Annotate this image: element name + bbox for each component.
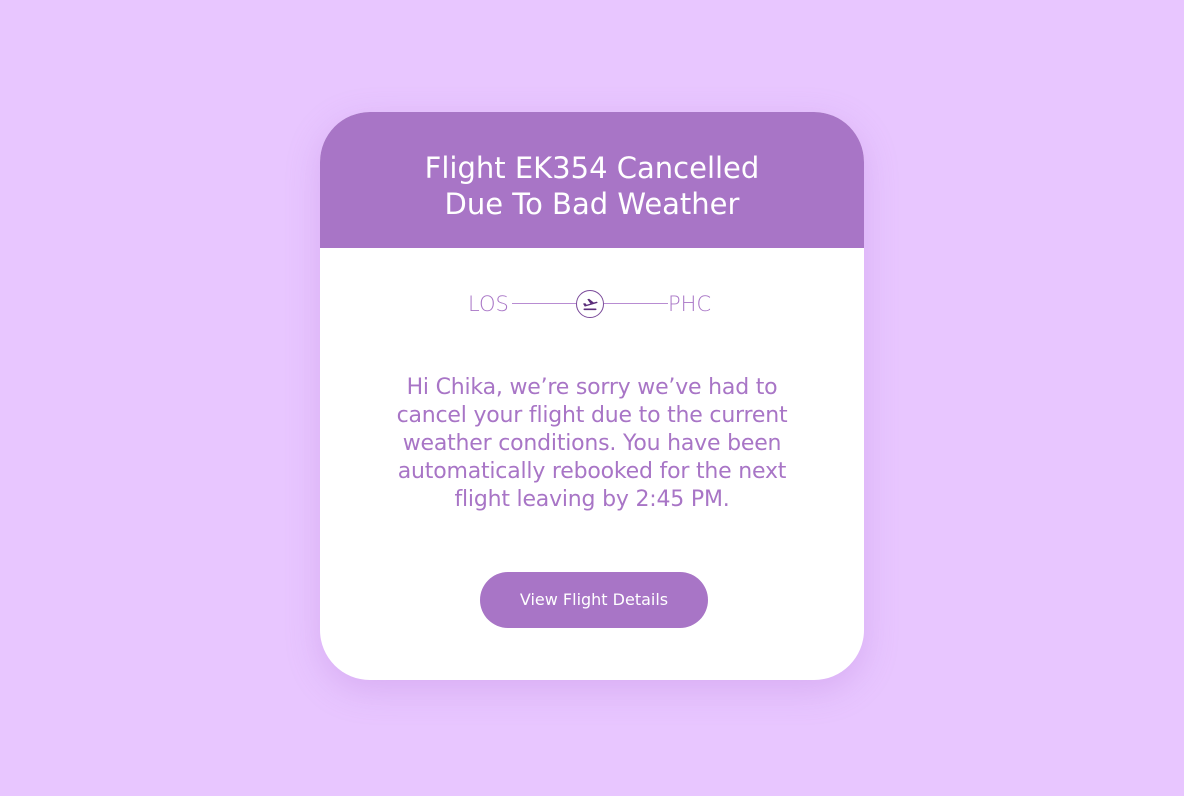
card-header: Flight EK354 Cancelled Due To Bad Weathe…	[320, 112, 864, 248]
card-title-line-1: Flight EK354 Cancelled	[424, 151, 760, 185]
origin-airport-code: LOS	[468, 292, 509, 316]
message-line: Hi Chika, we’re sorry we’ve had to	[406, 375, 778, 400]
message-line: automatically rebooked for the next	[397, 459, 787, 484]
flight-cancellation-card: Flight EK354 Cancelled Due To Bad Weathe…	[320, 112, 864, 680]
message-line: cancel your flight due to the current	[396, 403, 788, 428]
destination-airport-code: PHC	[668, 292, 712, 316]
message-line: weather conditions. You have been	[402, 431, 782, 456]
message-line: flight leaving by 2:45 PM.	[454, 487, 730, 512]
flight-route: LOS PHC	[320, 286, 864, 326]
route-line-right	[604, 303, 668, 304]
cancellation-message: Hi Chika, we’re sorry we’ve had to cance…	[376, 374, 808, 514]
view-flight-details-button[interactable]: View Flight Details	[480, 572, 708, 628]
route-line-left	[512, 303, 576, 304]
card-title-line-2: Due To Bad Weather	[444, 187, 740, 221]
plane-departure-icon	[576, 290, 604, 318]
